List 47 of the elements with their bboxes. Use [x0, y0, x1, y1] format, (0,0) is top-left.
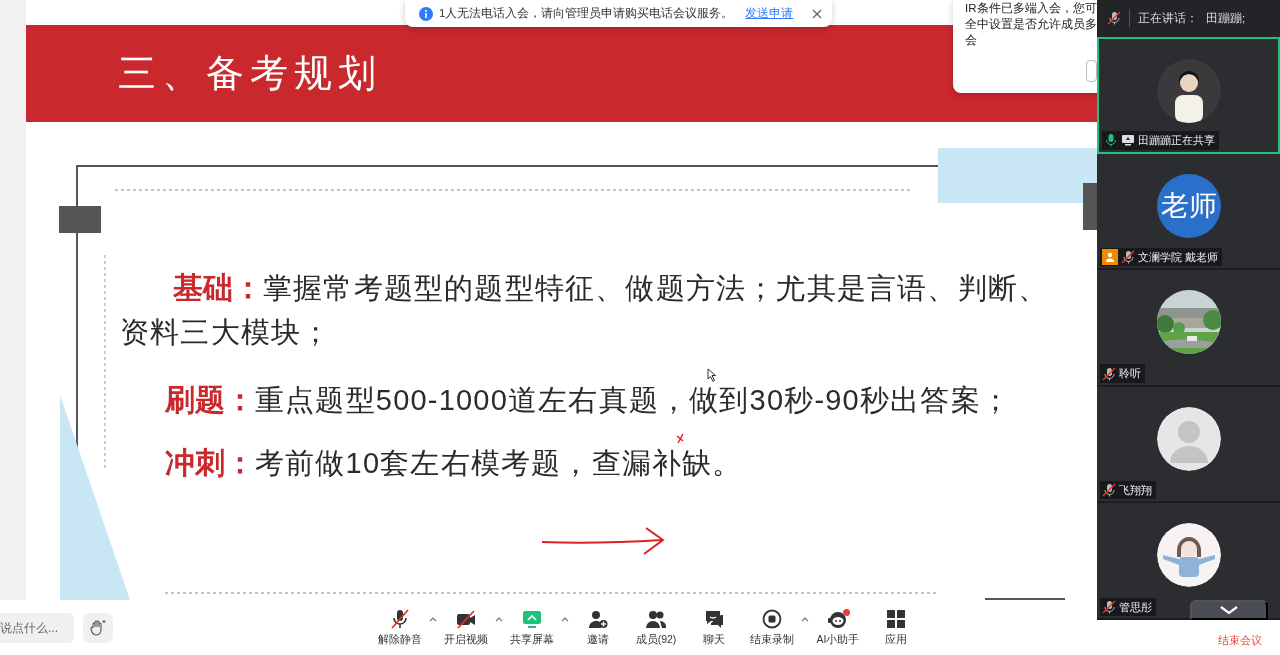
caret-icon[interactable]: [495, 615, 503, 622]
participant-name: 聆听: [1119, 366, 1141, 382]
participant-name: 文澜学院 戴老师: [1138, 249, 1219, 265]
chat-input[interactable]: 说点什么...: [0, 612, 74, 643]
toolbar-button[interactable]: 解除静音: [371, 607, 429, 648]
point-text: 冲刺：考前做10套左右模考题，查漏补缺。: [165, 447, 743, 479]
info-icon: [419, 6, 433, 21]
toolbar-button[interactable]: 共享屏幕: [503, 607, 561, 648]
microphone-muted-icon: [389, 607, 411, 630]
speaking-name: 田蹦蹦;: [1206, 10, 1246, 26]
point-text: 刷题：重点题型500-1000道左右真题，做到30秒-90秒出答案；: [165, 384, 1011, 416]
stop-record-icon: [761, 607, 783, 630]
decor-block: [59, 206, 101, 233]
cursor-icon: [707, 368, 716, 382]
toolbar-button[interactable]: 应用: [867, 607, 925, 648]
participant-avatar: [1156, 58, 1221, 123]
slide-title: 三、备考规划: [118, 51, 382, 96]
hand-icon: [89, 618, 107, 637]
toolbar-button[interactable]: 开启视频: [437, 607, 495, 648]
default-avatar: [1156, 406, 1221, 471]
toolbar-button[interactable]: 成员(92): [627, 607, 685, 648]
send-request-link[interactable]: 发送申请: [745, 4, 794, 23]
toolbar-button[interactable]: AI小助手: [809, 607, 867, 648]
popup-text: 会: [965, 33, 978, 48]
chevron-down-icon: [1219, 606, 1239, 614]
initials-avatar: 老师: [1156, 173, 1221, 238]
participant-name: 飞翔翔: [1119, 482, 1152, 498]
close-button[interactable]: [812, 8, 822, 19]
end-meeting-button[interactable]: 结束会议: [1218, 632, 1262, 649]
caret-icon[interactable]: [561, 615, 569, 622]
participant-name: 管思彤: [1119, 599, 1152, 615]
notification-text: 1人无法电话入会，请向管理员申请购买电话会议服务。: [439, 5, 734, 21]
popup-text: 全中设置是否允许成员多: [965, 17, 1098, 32]
point-text: 基础：掌握常考题型的题型特征、做题方法；尤其是言语、判断、资料三大模块；: [120, 270, 1050, 350]
participant-avatar: [1156, 523, 1221, 588]
popup-text: IR条件已多端入会，您可: [965, 1, 1098, 16]
grid-icon: [885, 607, 907, 630]
toolbar-button[interactable]: 聊天: [685, 607, 743, 648]
ink-mark: [676, 433, 684, 444]
speaking-label: 正在讲话：: [1138, 10, 1198, 26]
participant-name: 田蹦蹦正在共享: [1138, 133, 1215, 148]
caret-icon[interactable]: [429, 615, 437, 622]
caret-icon[interactable]: [801, 615, 809, 622]
toolbar-button[interactable]: 结束录制: [743, 607, 801, 648]
raise-hand-button[interactable]: [83, 612, 113, 643]
collapse-button[interactable]: [1190, 600, 1268, 620]
toolbar-button[interactable]: 邀请: [569, 607, 627, 648]
